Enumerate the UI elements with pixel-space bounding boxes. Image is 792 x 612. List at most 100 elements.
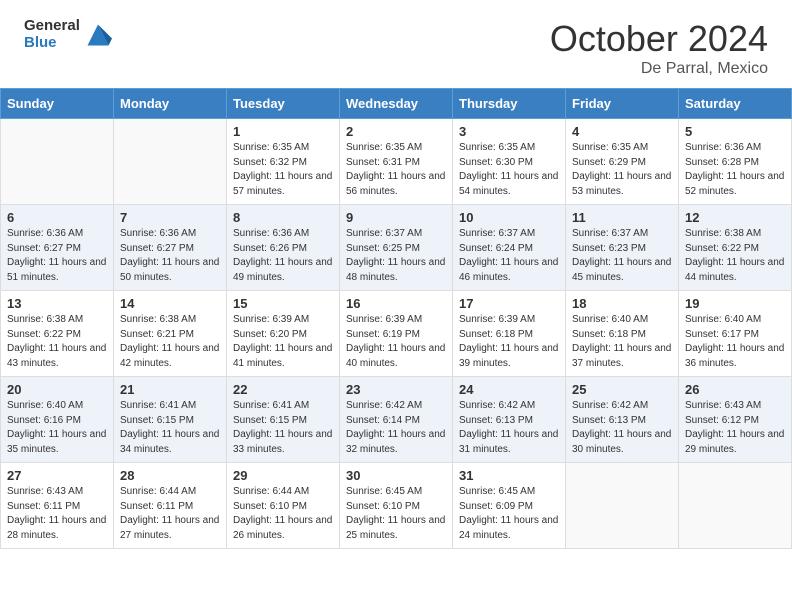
day-number: 17	[459, 296, 559, 311]
day-number: 30	[346, 468, 446, 483]
calendar-cell: 10 Sunrise: 6:37 AM Sunset: 6:24 PM Dayli…	[453, 205, 566, 291]
calendar-cell: 28Sunrise: 6:44 AM Sunset: 6:11 PM Dayli…	[114, 463, 227, 549]
day-number: 24	[459, 382, 559, 397]
day-number: 28	[120, 468, 220, 483]
day-number: 12	[685, 210, 785, 225]
day-number: 2	[346, 124, 446, 139]
day-info: Sunrise: 6:35 AM Sunset: 6:30 PM Dayligh…	[459, 141, 559, 199]
day-number: 18	[572, 296, 672, 311]
day-number: 29	[233, 468, 333, 483]
calendar-cell	[679, 463, 792, 549]
day-info: Sunrise: 6:40 AM Sunset: 6:16 PM Dayligh…	[7, 399, 107, 457]
logo: General Blue	[24, 18, 112, 51]
calendar-cell: 12 Sunrise: 6:38 AM Sunset: 6:22 PM Dayli…	[679, 205, 792, 291]
calendar-cell: 21 Sunrise: 6:41 AM Sunset: 6:15 PM Dayli…	[114, 377, 227, 463]
day-number: 5	[685, 124, 785, 139]
day-info: Sunrise: 6:35 AM Sunset: 6:31 PM Dayligh…	[346, 141, 446, 199]
day-number: 3	[459, 124, 559, 139]
day-number: 8	[233, 210, 333, 225]
calendar-cell: 20 Sunrise: 6:40 AM Sunset: 6:16 PM Dayli…	[1, 377, 114, 463]
calendar-cell: 1 Sunrise: 6:35 AM Sunset: 6:32 PM Daylig…	[227, 119, 340, 205]
day-number: 27	[7, 468, 107, 483]
day-number: 13	[7, 296, 107, 311]
logo-line2: Blue	[24, 35, 80, 52]
day-info: Sunrise: 6:36 AM Sunset: 6:28 PM Dayligh…	[685, 141, 785, 199]
calendar-cell	[566, 463, 679, 549]
day-info: Sunrise: 6:43 AM Sunset: 6:12 PM Dayligh…	[685, 399, 785, 457]
calendar-week-4: 20 Sunrise: 6:40 AM Sunset: 6:16 PM Dayli…	[1, 377, 792, 463]
day-number: 21	[120, 382, 220, 397]
calendar-cell: 23 Sunrise: 6:42 AM Sunset: 6:14 PM Dayli…	[340, 377, 453, 463]
calendar-cell: 11 Sunrise: 6:37 AM Sunset: 6:23 PM Dayli…	[566, 205, 679, 291]
day-info: Sunrise: 6:44 AM Sunset: 6:10 PM Dayligh…	[233, 485, 333, 543]
calendar-cell: 31Sunrise: 6:45 AM Sunset: 6:09 PM Dayli…	[453, 463, 566, 549]
calendar-week-1: 1 Sunrise: 6:35 AM Sunset: 6:32 PM Daylig…	[1, 119, 792, 205]
calendar-cell: 24 Sunrise: 6:42 AM Sunset: 6:13 PM Dayli…	[453, 377, 566, 463]
day-number: 15	[233, 296, 333, 311]
calendar-cell: 8 Sunrise: 6:36 AM Sunset: 6:26 PM Daylig…	[227, 205, 340, 291]
calendar-cell: 30Sunrise: 6:45 AM Sunset: 6:10 PM Dayli…	[340, 463, 453, 549]
col-friday: Friday	[566, 89, 679, 119]
day-info: Sunrise: 6:42 AM Sunset: 6:13 PM Dayligh…	[572, 399, 672, 457]
col-saturday: Saturday	[679, 89, 792, 119]
header: General Blue October 2024 De Parral, Mex…	[0, 0, 792, 88]
day-info: Sunrise: 6:35 AM Sunset: 6:32 PM Dayligh…	[233, 141, 333, 199]
calendar-cell: 4 Sunrise: 6:35 AM Sunset: 6:29 PM Daylig…	[566, 119, 679, 205]
calendar-cell: 6Sunrise: 6:36 AM Sunset: 6:27 PM Daylig…	[1, 205, 114, 291]
calendar-cell: 16 Sunrise: 6:39 AM Sunset: 6:19 PM Dayli…	[340, 291, 453, 377]
calendar-cell: 25Sunrise: 6:42 AM Sunset: 6:13 PM Dayli…	[566, 377, 679, 463]
calendar-header-row: Sunday Monday Tuesday Wednesday Thursday…	[1, 89, 792, 119]
day-number: 10	[459, 210, 559, 225]
calendar-cell: 22Sunrise: 6:41 AM Sunset: 6:15 PM Dayli…	[227, 377, 340, 463]
day-number: 4	[572, 124, 672, 139]
day-info: Sunrise: 6:39 AM Sunset: 6:19 PM Dayligh…	[346, 313, 446, 371]
day-info: Sunrise: 6:43 AM Sunset: 6:11 PM Dayligh…	[7, 485, 107, 543]
day-number: 1	[233, 124, 333, 139]
calendar-cell: 26 Sunrise: 6:43 AM Sunset: 6:12 PM Dayli…	[679, 377, 792, 463]
day-number: 16	[346, 296, 446, 311]
calendar-cell: 13Sunrise: 6:38 AM Sunset: 6:22 PM Dayli…	[1, 291, 114, 377]
calendar-cell: 5 Sunrise: 6:36 AM Sunset: 6:28 PM Daylig…	[679, 119, 792, 205]
logo-line1: General	[24, 18, 80, 35]
day-info: Sunrise: 6:38 AM Sunset: 6:22 PM Dayligh…	[685, 227, 785, 285]
day-number: 11	[572, 210, 672, 225]
col-thursday: Thursday	[453, 89, 566, 119]
day-info: Sunrise: 6:38 AM Sunset: 6:21 PM Dayligh…	[120, 313, 220, 371]
day-number: 23	[346, 382, 446, 397]
day-number: 20	[7, 382, 107, 397]
calendar-cell: 9Sunrise: 6:37 AM Sunset: 6:25 PM Daylig…	[340, 205, 453, 291]
day-info: Sunrise: 6:39 AM Sunset: 6:20 PM Dayligh…	[233, 313, 333, 371]
day-info: Sunrise: 6:41 AM Sunset: 6:15 PM Dayligh…	[233, 399, 333, 457]
day-info: Sunrise: 6:42 AM Sunset: 6:14 PM Dayligh…	[346, 399, 446, 457]
calendar-cell: 7Sunrise: 6:36 AM Sunset: 6:27 PM Daylig…	[114, 205, 227, 291]
calendar-cell: 15 Sunrise: 6:39 AM Sunset: 6:20 PM Dayli…	[227, 291, 340, 377]
day-info: Sunrise: 6:37 AM Sunset: 6:25 PM Dayligh…	[346, 227, 446, 285]
calendar-table: Sunday Monday Tuesday Wednesday Thursday…	[0, 88, 792, 549]
calendar-cell	[1, 119, 114, 205]
day-info: Sunrise: 6:37 AM Sunset: 6:24 PM Dayligh…	[459, 227, 559, 285]
col-sunday: Sunday	[1, 89, 114, 119]
day-number: 19	[685, 296, 785, 311]
calendar-cell	[114, 119, 227, 205]
day-number: 7	[120, 210, 220, 225]
day-info: Sunrise: 6:35 AM Sunset: 6:29 PM Dayligh…	[572, 141, 672, 199]
logo-icon	[84, 21, 112, 49]
month-year: October 2024	[550, 18, 768, 60]
col-tuesday: Tuesday	[227, 89, 340, 119]
calendar-cell: 17 Sunrise: 6:39 AM Sunset: 6:18 PM Dayli…	[453, 291, 566, 377]
calendar-cell: 19Sunrise: 6:40 AM Sunset: 6:17 PM Dayli…	[679, 291, 792, 377]
day-info: Sunrise: 6:42 AM Sunset: 6:13 PM Dayligh…	[459, 399, 559, 457]
calendar-cell: 27 Sunrise: 6:43 AM Sunset: 6:11 PM Dayli…	[1, 463, 114, 549]
day-number: 26	[685, 382, 785, 397]
day-info: Sunrise: 6:41 AM Sunset: 6:15 PM Dayligh…	[120, 399, 220, 457]
col-monday: Monday	[114, 89, 227, 119]
day-number: 6	[7, 210, 107, 225]
title-block: October 2024 De Parral, Mexico	[550, 18, 768, 78]
day-info: Sunrise: 6:39 AM Sunset: 6:18 PM Dayligh…	[459, 313, 559, 371]
day-info: Sunrise: 6:40 AM Sunset: 6:18 PM Dayligh…	[572, 313, 672, 371]
calendar-week-2: 6Sunrise: 6:36 AM Sunset: 6:27 PM Daylig…	[1, 205, 792, 291]
day-info: Sunrise: 6:37 AM Sunset: 6:23 PM Dayligh…	[572, 227, 672, 285]
day-info: Sunrise: 6:36 AM Sunset: 6:26 PM Dayligh…	[233, 227, 333, 285]
logo-text: General Blue	[24, 18, 80, 51]
page: General Blue October 2024 De Parral, Mex…	[0, 0, 792, 549]
